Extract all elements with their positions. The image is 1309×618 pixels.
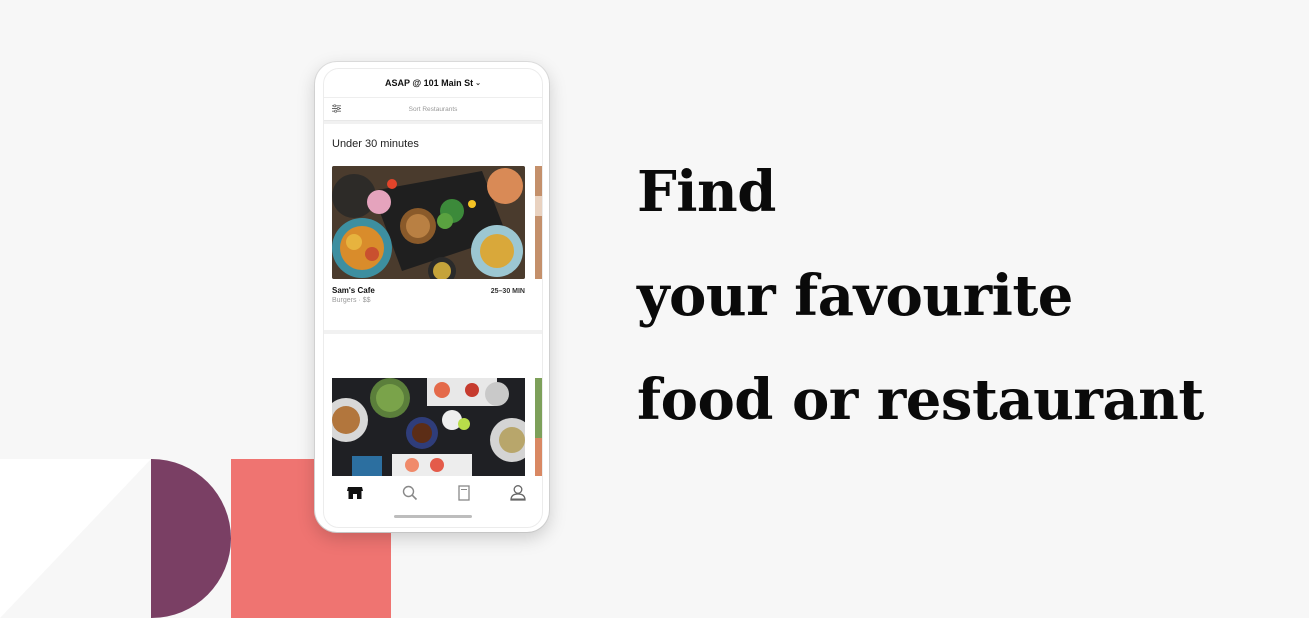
- phone-mockup: ASAP @ 101 Main St ⌄ Sort Restaurants Un…: [315, 62, 549, 532]
- section-title: Under 30 minutes: [332, 138, 419, 150]
- restaurant-food-image[interactable]: [332, 166, 525, 279]
- delivery-location-selector[interactable]: ASAP @ 101 Main St ⌄: [324, 69, 542, 98]
- app-screen: ASAP @ 101 Main St ⌄ Sort Restaurants Un…: [323, 68, 543, 528]
- restaurant-section-2: [324, 334, 542, 476]
- account-icon[interactable]: [509, 484, 527, 502]
- headline: Find your favourite food or restaurant: [637, 140, 1204, 452]
- orders-icon[interactable]: [455, 484, 473, 502]
- decorative-half-circle: [151, 459, 231, 618]
- filter-icon[interactable]: [332, 104, 341, 113]
- next-restaurant-image-peek[interactable]: [535, 166, 542, 279]
- restaurant-food-image-2[interactable]: [332, 378, 525, 476]
- home-indicator: [394, 515, 472, 518]
- chevron-down-icon: ⌄: [475, 80, 481, 87]
- restaurant-category: Burgers · $$: [332, 297, 371, 304]
- restaurant-name[interactable]: Sam's Cafe: [332, 286, 375, 295]
- headline-line-2: your favourite: [637, 263, 1073, 329]
- store-icon[interactable]: [346, 484, 364, 502]
- sort-bar[interactable]: Sort Restaurants: [324, 98, 542, 121]
- restaurant-section: Under 30 minutes Sam's Cafe Burgers · $$…: [324, 124, 542, 330]
- headline-line-1: Find: [637, 159, 776, 225]
- decorative-triangle: [0, 459, 151, 618]
- sort-restaurants-label[interactable]: Sort Restaurants: [324, 106, 542, 113]
- search-icon[interactable]: [401, 484, 419, 502]
- next-restaurant-image-peek-2[interactable]: [535, 378, 542, 476]
- delivery-location-label: ASAP @ 101 Main St: [384, 78, 474, 88]
- restaurant-eta: 25–30 MIN: [490, 288, 525, 295]
- bottom-tab-bar: [324, 476, 542, 527]
- headline-line-3: food or restaurant: [637, 367, 1204, 433]
